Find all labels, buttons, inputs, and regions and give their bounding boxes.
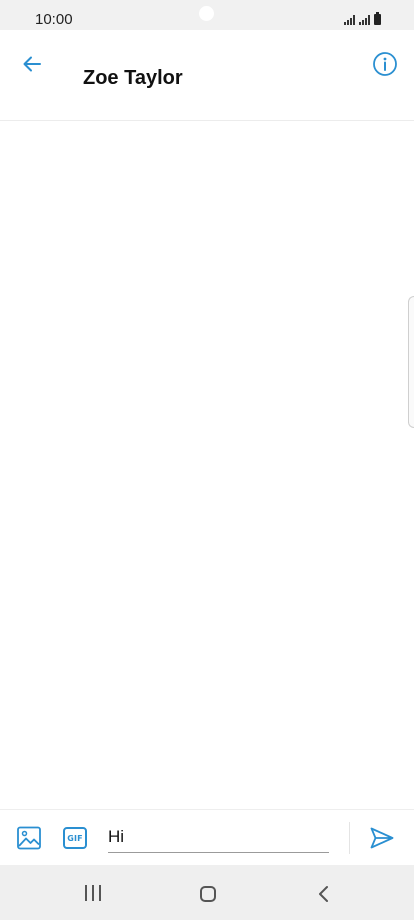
send-icon	[370, 827, 394, 849]
message-thread[interactable]	[0, 121, 414, 809]
signal-icon	[344, 15, 355, 25]
message-input[interactable]	[108, 822, 329, 853]
gif-label: GIF	[67, 833, 83, 843]
edge-panel-handle[interactable]	[408, 296, 414, 428]
back-button[interactable]	[18, 50, 46, 78]
chevron-left-icon	[319, 886, 328, 902]
system-navigation-bar	[0, 865, 414, 920]
signal-icon-secondary	[359, 15, 370, 25]
compose-bar: GIF	[0, 809, 414, 866]
send-button[interactable]	[367, 824, 397, 852]
system-back-button[interactable]	[312, 882, 336, 906]
image-icon	[17, 826, 41, 850]
home-icon	[200, 886, 216, 902]
info-icon	[373, 52, 397, 76]
conversation-header: Zoe Taylor	[0, 30, 414, 121]
home-button[interactable]	[196, 882, 220, 906]
status-icons	[344, 12, 381, 25]
recent-apps-button[interactable]	[80, 881, 106, 905]
camera-cutout	[199, 6, 214, 21]
status-time: 10:00	[35, 11, 73, 28]
status-bar: 10:00	[0, 0, 414, 30]
info-button[interactable]	[371, 50, 399, 78]
arrow-left-icon	[23, 56, 41, 72]
gallery-button[interactable]	[15, 824, 43, 852]
gif-icon: GIF	[63, 827, 87, 849]
compose-divider	[349, 822, 350, 854]
gif-button[interactable]: GIF	[61, 824, 89, 852]
contact-name: Zoe Taylor	[83, 67, 183, 89]
battery-icon	[374, 12, 381, 25]
